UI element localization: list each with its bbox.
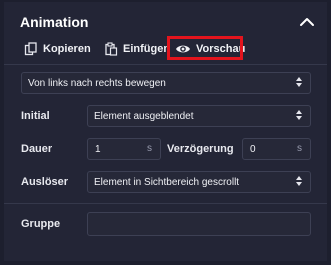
- duration-label: Dauer: [21, 143, 53, 155]
- paste-label: Einfügen: [123, 43, 171, 55]
- delay-value: 0: [250, 143, 256, 155]
- panel-title: Animation: [20, 14, 89, 30]
- initial-select[interactable]: Element ausgeblendet: [87, 105, 311, 127]
- up-down-arrows-icon: [296, 110, 302, 120]
- duration-value: 1: [95, 143, 101, 155]
- animation-panel: Animation Kopieren Einfügen Vorschau Von…: [4, 2, 327, 261]
- delay-unit: s: [297, 143, 302, 154]
- preview-highlight-box: [167, 36, 243, 60]
- duration-unit: s: [147, 143, 152, 154]
- delay-label: Verzögerung: [167, 143, 234, 155]
- initial-label: Initial: [21, 110, 50, 122]
- paste-button[interactable]: Einfügen: [104, 39, 170, 59]
- paste-icon: [105, 42, 118, 56]
- collapse-button[interactable]: [295, 12, 319, 32]
- trigger-label: Auslöser: [21, 176, 69, 188]
- divider: [4, 203, 327, 204]
- chevron-up-icon: [300, 18, 314, 26]
- up-down-arrows-icon: [296, 77, 302, 87]
- group-label: Gruppe: [21, 218, 61, 230]
- trigger-select[interactable]: Element in Sichtbereich gescrollt: [87, 171, 311, 193]
- group-input[interactable]: [87, 212, 311, 236]
- copy-icon: [24, 42, 37, 56]
- trigger-select-value: Element in Sichtbereich gescrollt: [94, 176, 240, 188]
- copy-label: Kopieren: [43, 43, 91, 55]
- effect-select-value: Von links nach rechts bewegen: [28, 77, 166, 89]
- initial-select-value: Element ausgeblendet: [94, 110, 194, 122]
- copy-button[interactable]: Kopieren: [24, 39, 91, 59]
- delay-input[interactable]: 0 s: [242, 138, 311, 160]
- duration-input[interactable]: 1 s: [87, 138, 161, 160]
- divider: [4, 64, 327, 65]
- effect-select[interactable]: Von links nach rechts bewegen: [21, 72, 311, 94]
- up-down-arrows-icon: [296, 176, 302, 186]
